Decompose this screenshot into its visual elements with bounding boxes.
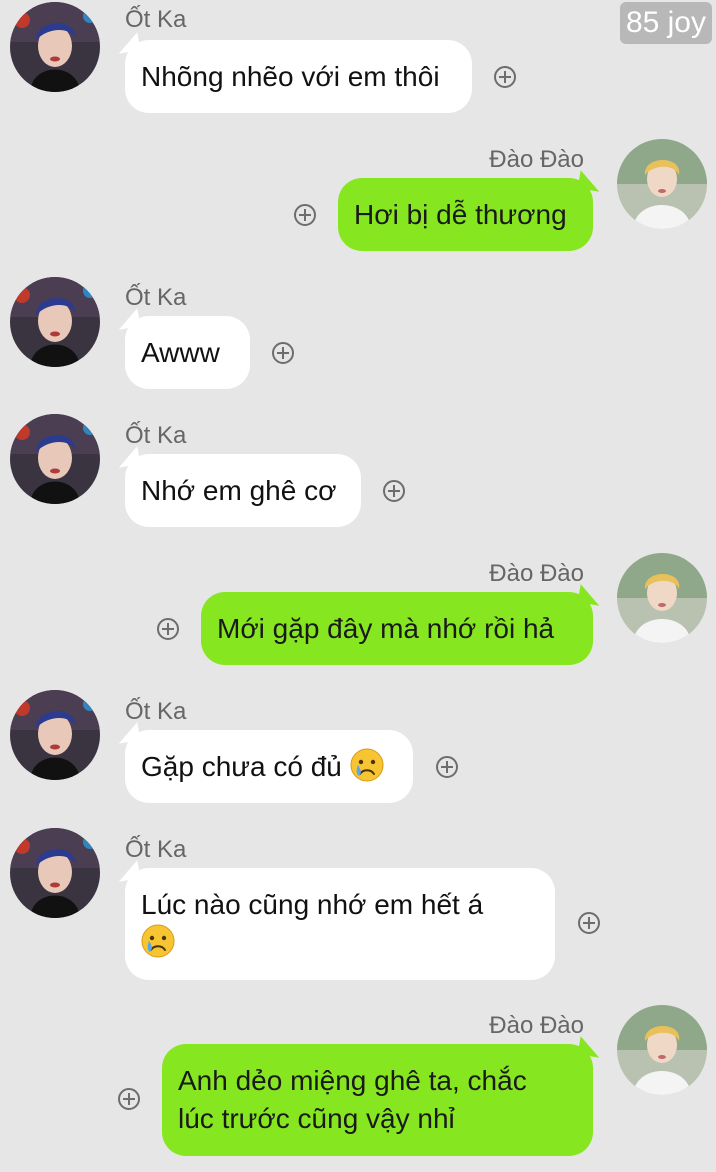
avatar-dao-dao-icon — [617, 1005, 707, 1095]
message-bubble[interactable]: Mới gặp đây mà nhớ rồi hả — [201, 592, 593, 665]
message-bubble[interactable]: Anh dẻo miệng ghê ta, chắc lúc trước cũn… — [162, 1044, 593, 1156]
add-reaction-icon[interactable] — [494, 66, 516, 88]
message-bubble[interactable]: Hơi bị dễ thương — [338, 178, 593, 251]
message-text: Mới gặp đây mà nhớ rồi hả — [217, 613, 555, 644]
avatar-ot-ka-icon — [10, 414, 100, 504]
sender-avatar[interactable] — [10, 828, 100, 918]
avatar-dao-dao-icon — [617, 139, 707, 229]
add-reaction-icon[interactable] — [578, 912, 600, 934]
avatar-ot-ka-icon — [10, 690, 100, 780]
sender-avatar[interactable] — [617, 553, 707, 643]
crying-face-emoji-icon — [350, 748, 384, 782]
message-text: Awww — [141, 337, 220, 368]
message-text: Lúc nào cũng nhớ em hết á — [141, 889, 484, 920]
sender-name: Đào Đào — [489, 560, 584, 587]
message-text: lúc trước cũng vậy nhỉ — [178, 1103, 455, 1134]
message-text: Nhõng nhẽo với em thôi — [141, 61, 440, 92]
message-text: Hơi bị dễ thương — [354, 199, 567, 230]
message-bubble[interactable]: Lúc nào cũng nhớ em hết á — [125, 868, 555, 980]
sender-avatar[interactable] — [10, 2, 100, 92]
add-reaction-icon[interactable] — [157, 618, 179, 640]
message-bubble[interactable]: Gặp chưa có đủ — [125, 730, 413, 803]
avatar-ot-ka-icon — [10, 277, 100, 367]
sender-avatar[interactable] — [617, 1005, 707, 1095]
message-text: Nhớ em ghê cơ — [141, 475, 337, 506]
avatar-ot-ka-icon — [10, 828, 100, 918]
message-bubble[interactable]: Awww — [125, 316, 250, 389]
add-reaction-icon[interactable] — [294, 204, 316, 226]
message-bubble[interactable]: Nhõng nhẽo với em thôi — [125, 40, 472, 113]
add-reaction-icon[interactable] — [436, 756, 458, 778]
sender-name: Đào Đào — [489, 146, 584, 173]
message-text: Anh dẻo miệng ghê ta, chắc — [178, 1065, 527, 1096]
sender-name: Ốt Ka — [125, 6, 187, 33]
add-reaction-icon[interactable] — [383, 480, 405, 502]
sender-avatar[interactable] — [10, 690, 100, 780]
avatar-ot-ka-icon — [10, 2, 100, 92]
watermark: 85 joy — [619, 2, 712, 44]
sender-avatar[interactable] — [10, 414, 100, 504]
sender-avatar[interactable] — [617, 139, 707, 229]
message-text: Gặp chưa có đủ — [141, 751, 342, 782]
sender-avatar[interactable] — [10, 277, 100, 367]
add-reaction-icon[interactable] — [118, 1088, 140, 1110]
crying-face-emoji-icon — [141, 924, 175, 958]
chat-thread: 85 joy Ốt Ka Nhõng nhẽo với em thôi Đào … — [0, 0, 716, 1172]
avatar-dao-dao-icon — [617, 553, 707, 643]
add-reaction-icon[interactable] — [272, 342, 294, 364]
sender-name: Đào Đào — [489, 1012, 584, 1039]
message-bubble[interactable]: Nhớ em ghê cơ — [125, 454, 361, 527]
